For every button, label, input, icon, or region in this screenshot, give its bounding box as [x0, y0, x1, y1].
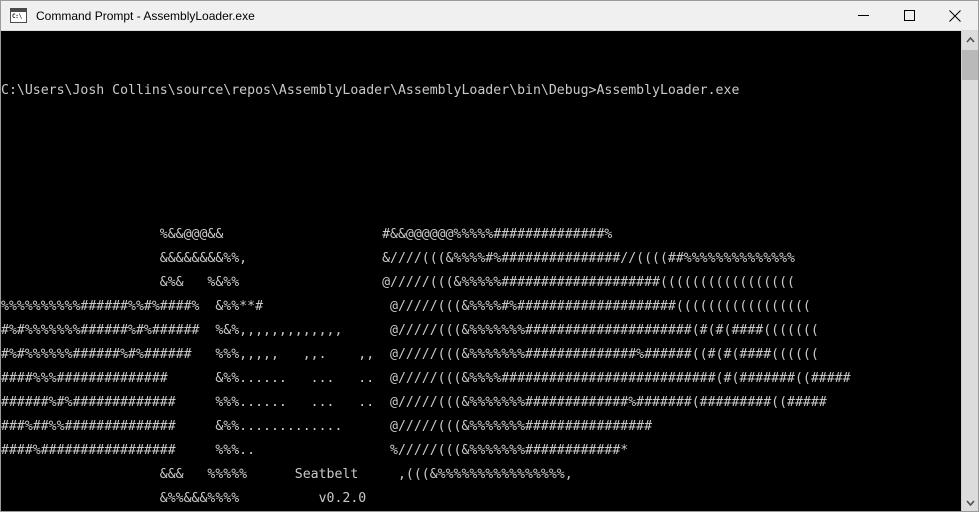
chevron-down-icon	[966, 499, 975, 506]
banner-line: %&&@@@&& #&&@@@@@@%%%%%##############%	[1, 227, 613, 242]
banner-line: %%%%%%%%%%######%%#%####% &%%**# @/////(…	[1, 299, 811, 314]
banner-line: &%& %&%% @/////(((&%%%%%################…	[1, 275, 795, 290]
banner-line: &&&&&&&&%%, &////(((&%%%%#%#############…	[1, 251, 795, 266]
banner-line: ###%##%%############## &%%............. …	[1, 419, 653, 434]
scroll-down-arrow[interactable]	[962, 494, 978, 511]
console-icon-label: C:\	[12, 13, 22, 20]
scrollbar-thumb[interactable]	[962, 50, 978, 80]
terminal-output[interactable]: C:\Users\Josh Collins\source\repos\Assem…	[1, 31, 961, 511]
close-button[interactable]	[932, 1, 978, 31]
banner-line: ####%################# %%%.. %/////(((&%…	[1, 443, 629, 458]
banner-line: ####%%%############## &%%...... ... .. @…	[1, 371, 851, 386]
scrollbar-track[interactable]	[962, 48, 978, 494]
title-bar[interactable]: C:\ Command Prompt - AssemblyLoader.exe	[1, 1, 978, 31]
terminal-line-prompt: C:\Users\Josh Collins\source\repos\Assem…	[1, 83, 740, 98]
chevron-up-icon	[966, 36, 975, 43]
scroll-up-arrow[interactable]	[962, 31, 978, 48]
window-title: Command Prompt - AssemblyLoader.exe	[36, 8, 255, 23]
maximize-icon	[903, 10, 915, 21]
window-controls	[840, 1, 978, 31]
console-window-icon: C:\	[10, 8, 27, 23]
close-icon	[949, 9, 961, 22]
banner-line: #%#%%%%%%######%#%###### %%%,,,,, ,,. ,,…	[1, 347, 819, 362]
banner-line: ######%#%############# %%%...... ... .. …	[1, 395, 827, 410]
banner-line: #%#%%%%%%%######%#%###### %&%,,,,,,,,,,,…	[1, 323, 819, 338]
command-prompt-window: C:\ Command Prompt - AssemblyLoader.exe	[0, 0, 979, 512]
maximize-button[interactable]	[886, 1, 932, 31]
vertical-scrollbar[interactable]	[961, 31, 978, 511]
minimize-icon	[857, 15, 869, 16]
banner-line: &&& %%%%% Seatbelt ,(((&%%%%%%%%%%%%%%%%…	[1, 467, 573, 482]
minimize-button[interactable]	[840, 1, 886, 31]
seatbelt-ascii-banner: %&&@@@&& #&&@@@@@@%%%%%##############% &…	[1, 223, 961, 511]
banner-line: &%%&&&%%%% v0.2.0	[1, 491, 367, 506]
